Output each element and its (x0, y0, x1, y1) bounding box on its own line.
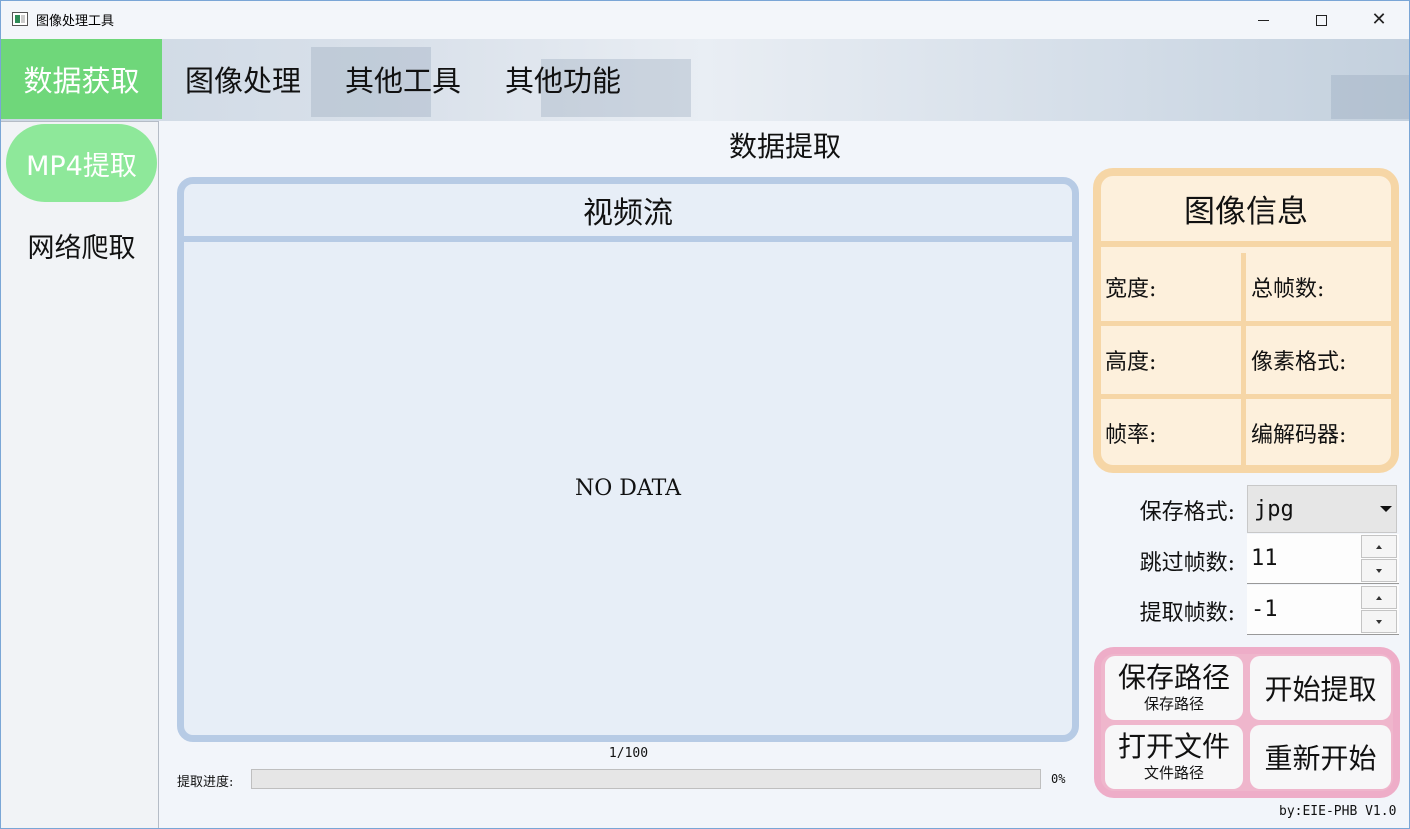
extract-frames-decrement-button[interactable] (1361, 610, 1397, 633)
start-extract-button[interactable]: 开始提取 (1250, 656, 1391, 720)
file-path-value: 文件路径 (1143, 764, 1204, 782)
tab-image-processing[interactable]: 图像处理 (164, 39, 322, 119)
arrow-down-icon (1376, 619, 1382, 624)
page-title: 数据提取 (728, 130, 841, 163)
codec-label: 编解码器: (1251, 423, 1347, 448)
skip-frames-label: 跳过帧数: (1139, 551, 1235, 576)
video-header: 视频流 (184, 184, 1072, 242)
open-file-button-label: 打开文件 (1117, 730, 1230, 763)
arrow-up-icon (1376, 595, 1382, 600)
image-info-title: 图像信息 (1101, 176, 1391, 247)
height-label: 高度: (1101, 326, 1246, 394)
width-label: 宽度: (1101, 253, 1246, 321)
sidebar-item-mp4-extract[interactable]: MP4提取 (6, 124, 157, 202)
extract-frames-value[interactable]: -1 (1251, 585, 1278, 633)
tab-other-functions[interactable]: 其他功能 (483, 39, 643, 119)
restart-button-label: 重新开始 (1264, 742, 1377, 775)
app-icon (12, 12, 28, 26)
chevron-down-icon (1380, 506, 1392, 512)
extract-frames-label: 提取帧数: (1139, 601, 1235, 626)
save-path-button-label: 保存路径 (1117, 661, 1230, 694)
version-footer: by:EIE-PHB V1.0 (1279, 804, 1397, 819)
sidebar: MP4提取 网络爬取 (1, 121, 159, 828)
extract-frames-increment-button[interactable] (1361, 586, 1397, 609)
skip-frames-decrement-button[interactable] (1361, 559, 1397, 582)
progress-count: 1/100 (608, 746, 649, 761)
progress-label: 提取进度: (177, 775, 234, 790)
maximize-icon (1315, 14, 1327, 26)
skip-frames-value[interactable]: 11 (1251, 534, 1278, 582)
action-panel: 保存路径 保存路径 开始提取 打开文件 文件路径 重新开始 (1094, 647, 1400, 798)
video-panel: 视频流 NO DATA (177, 177, 1079, 742)
frame-rate-label: 帧率: (1101, 399, 1246, 465)
banner-city-decoration (1331, 75, 1409, 119)
save-format-label: 保存格式: (1139, 500, 1235, 525)
extract-frames-spinbox[interactable]: -1 (1247, 585, 1399, 635)
app-window: 图像处理工具 ✕ 数据获取 图像处理 其他工具 其他功能 MP4提取 网络爬取 … (0, 0, 1410, 829)
save-path-button[interactable]: 保存路径 保存路径 (1105, 656, 1243, 720)
no-data-text: NO DATA (575, 476, 681, 501)
close-button[interactable]: ✕ (1350, 1, 1408, 39)
pixel-format-label: 像素格式: (1251, 350, 1347, 375)
sidebar-item-web-crawl[interactable]: 网络爬取 (6, 206, 157, 284)
open-file-button[interactable]: 打开文件 文件路径 (1105, 725, 1243, 789)
start-extract-button-label: 开始提取 (1264, 673, 1377, 706)
maximize-button[interactable] (1292, 1, 1350, 39)
skip-frames-spinbox[interactable]: 11 (1247, 534, 1399, 584)
save-format-value: jpg (1254, 496, 1294, 522)
close-icon: ✕ (1371, 9, 1387, 30)
tab-other-tools[interactable]: 其他工具 (324, 39, 482, 119)
save-path-value: 保存路径 (1143, 695, 1204, 713)
total-frames-label: 总帧数: (1251, 277, 1325, 302)
title-bar: 图像处理工具 ✕ (1, 1, 1409, 39)
arrow-down-icon (1376, 568, 1382, 573)
minimize-icon (1257, 19, 1269, 21)
tab-data-acquisition[interactable]: 数据获取 (1, 39, 162, 119)
minimize-button[interactable] (1234, 1, 1292, 39)
arrow-up-icon (1376, 544, 1382, 549)
video-display: NO DATA (184, 242, 1072, 735)
image-info-panel: 图像信息 宽度: 总帧数: 高度: 像素格式: 帧率: 编解码器: (1093, 168, 1399, 473)
progress-percent: 0% (1051, 772, 1066, 786)
skip-frames-increment-button[interactable] (1361, 535, 1397, 558)
save-format-select[interactable]: jpg (1247, 485, 1397, 533)
restart-button[interactable]: 重新开始 (1250, 725, 1391, 789)
progress-bar (251, 769, 1041, 789)
window-title: 图像处理工具 (36, 14, 115, 29)
